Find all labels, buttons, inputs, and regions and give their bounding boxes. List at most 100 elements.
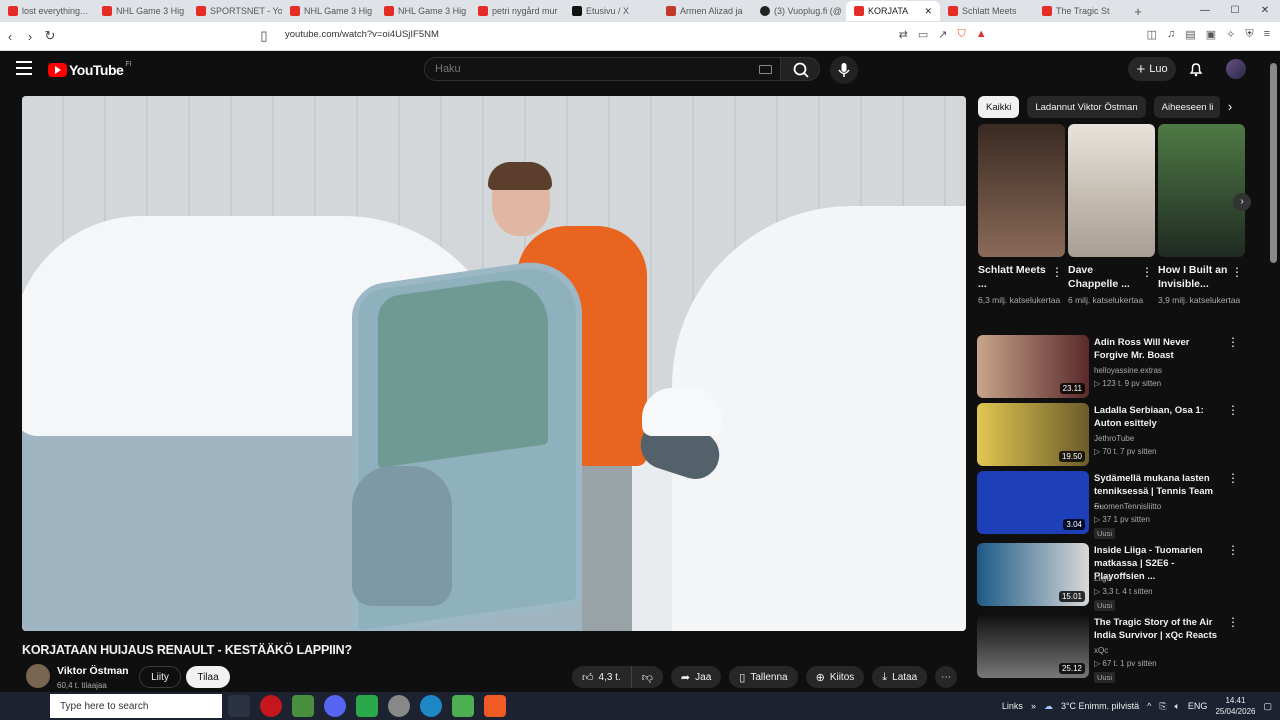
browser-tab[interactable]: (3) Vuoplug.fi (@ — [752, 1, 846, 21]
more-icon[interactable]: ⋮ — [1051, 265, 1063, 279]
short-item[interactable]: Schlatt Meets ... 6,3 milj. katselukerta… — [978, 124, 1065, 306]
keyboard-icon[interactable] — [759, 65, 772, 74]
sidebar-icon[interactable]: ▤ — [1185, 28, 1195, 41]
join-button[interactable]: Liity — [139, 666, 181, 688]
short-item[interactable]: Dave Chappelle ... 6 milj. katselukertaa… — [1068, 124, 1155, 306]
media-icon[interactable]: ♫ — [1167, 28, 1175, 41]
links-toolbar[interactable]: Links — [1002, 701, 1023, 711]
browser-tab[interactable]: Schlatt Meets — [940, 1, 1034, 21]
recommendation-item[interactable]: 19.50 Ladalla Serbiaan, Osa 1: Auton esi… — [977, 403, 1239, 467]
short-thumbnail[interactable] — [1158, 124, 1245, 257]
vpn-icon[interactable]: ⛨ — [1245, 28, 1253, 41]
app-icon[interactable] — [292, 695, 314, 717]
hamburger-menu-icon[interactable] — [16, 61, 32, 75]
launcher-icon[interactable] — [452, 695, 474, 717]
opera-icon[interactable] — [260, 695, 282, 717]
chip-all[interactable]: Kaikki — [978, 96, 1020, 118]
translate-icon[interactable]: ⇄ — [899, 28, 908, 41]
taskbar-search[interactable]: Type here to search — [50, 694, 222, 718]
more-icon[interactable]: ⋮ — [1227, 615, 1239, 629]
chevron-right-icon[interactable]: » — [1031, 701, 1036, 711]
subscribe-button[interactable]: Tilaa — [186, 666, 230, 688]
app-grey-icon[interactable] — [388, 695, 410, 717]
weather-text[interactable]: 3°C Enimm. pilvistä — [1061, 701, 1139, 711]
video-thumbnail[interactable]: 23.11 — [977, 335, 1089, 398]
like-button[interactable]: 👍︎ 4,3 t. — [572, 666, 632, 688]
shield-icon[interactable]: ⛉ — [958, 28, 966, 41]
close-tab-icon[interactable]: ✕ — [924, 6, 932, 17]
recommendation-item[interactable]: 25.12 The Tragic Story of the Air India … — [977, 615, 1239, 683]
browser-tab[interactable]: lost everything... — [0, 1, 94, 21]
chevron-up-icon[interactable]: ^ — [1147, 701, 1151, 711]
volume-icon[interactable]: 🔈︎ — [1175, 701, 1180, 712]
minimize-icon[interactable]: — — [1190, 0, 1220, 22]
notifications-icon[interactable]: ▢ — [1263, 701, 1272, 712]
recommendation-item[interactable]: 3.04 Sydämellä mukana lasten tenniksessä… — [977, 471, 1239, 539]
more-icon[interactable]: ⋮ — [1141, 265, 1153, 279]
short-thumbnail[interactable] — [1068, 124, 1155, 257]
back-icon[interactable]: ‹ — [0, 29, 20, 44]
channel-avatar[interactable] — [26, 664, 50, 688]
video-player[interactable] — [22, 96, 966, 631]
leo-icon[interactable]: ✧ — [1226, 28, 1235, 41]
maximize-icon[interactable]: ☐ — [1220, 0, 1250, 22]
thanks-button[interactable]: ⊕ Kiitos — [805, 666, 865, 688]
browser-tab[interactable]: Etusivu / X — [564, 1, 658, 21]
video-thumbnail[interactable]: 19.50 — [977, 403, 1089, 466]
wallet-icon[interactable]: ▣ — [1206, 28, 1216, 41]
clock[interactable]: 14.41 25/04/2026 — [1215, 695, 1255, 717]
browser-tab[interactable]: The Tragic St — [1034, 1, 1128, 21]
language-indicator[interactable]: ENG — [1188, 701, 1208, 711]
network-icon[interactable]: ⎘ — [1159, 701, 1166, 712]
more-icon[interactable]: ⋮ — [1227, 471, 1239, 485]
app-green-icon[interactable] — [356, 695, 378, 717]
close-window-icon[interactable]: ✕ — [1250, 0, 1280, 22]
video-thumbnail[interactable]: 25.12 — [977, 615, 1089, 678]
chevron-right-icon[interactable]: › — [1220, 96, 1240, 118]
short-thumbnail[interactable] — [978, 124, 1065, 257]
more-icon[interactable]: ⋮ — [1227, 543, 1239, 557]
bookmark-icon[interactable]: ▯ — [254, 28, 274, 44]
browser-tab[interactable]: NHL Game 3 Hig — [376, 1, 470, 21]
voice-search-button[interactable] — [830, 56, 858, 84]
brave-icon[interactable] — [484, 695, 506, 717]
cast-icon[interactable]: ▭ — [918, 28, 928, 41]
share-icon[interactable]: ↗ — [938, 28, 947, 41]
more-icon[interactable]: ⋮ — [1227, 335, 1239, 349]
dislike-button[interactable]: 👎︎ — [632, 666, 663, 688]
browser-tab[interactable]: SPORTSNET - You — [188, 1, 282, 21]
browser-tab-active[interactable]: KORJATA ✕ — [846, 1, 940, 21]
task-view-icon[interactable] — [228, 695, 250, 717]
browser-tab[interactable]: Armen Alizad ja — [658, 1, 752, 21]
search-input[interactable] — [425, 58, 745, 80]
reload-icon[interactable]: ↻ — [40, 28, 60, 44]
create-button[interactable]: + Luo — [1128, 57, 1176, 81]
forward-icon[interactable]: › — [20, 29, 40, 44]
page-scrollbar[interactable] — [1268, 51, 1280, 691]
browser-tab[interactable]: NHL Game 3 Hig — [282, 1, 376, 21]
recommendation-item[interactable]: 15.01 Inside Liiga - Tuomarien matkassa … — [977, 543, 1239, 611]
extensions-icon[interactable]: ◫ — [1147, 28, 1157, 41]
shorts-next-icon[interactable]: › — [1233, 193, 1251, 211]
video-thumbnail[interactable]: 15.01 — [977, 543, 1089, 606]
scrollbar-thumb[interactable] — [1270, 63, 1277, 263]
search-box[interactable] — [424, 57, 781, 81]
url-field[interactable]: youtube.com/watch?v=oi4USjIF5NM — [285, 29, 439, 40]
browser-tab[interactable]: NHL Game 3 Hig — [94, 1, 188, 21]
chip-uploader[interactable]: Ladannut Viktor Östman — [1027, 96, 1146, 118]
browser-tab[interactable]: petri nygård mur — [470, 1, 564, 21]
short-item[interactable]: How I Built an Invisible... 3,9 milj. ka… — [1158, 124, 1245, 306]
save-button[interactable]: ▯ Tallenna — [729, 666, 798, 688]
channel-name[interactable]: Viktor Östman — [57, 665, 129, 677]
more-actions-button[interactable]: ⋯ — [935, 666, 958, 688]
youtube-logo[interactable]: YouTube FI — [48, 61, 132, 78]
chip-related[interactable]: Aiheeseen li — [1153, 96, 1222, 118]
new-tab-button[interactable]: + — [1128, 4, 1148, 19]
recommendation-item[interactable]: 23.11 Adin Ross Will Never Forgive Mr. B… — [977, 335, 1239, 399]
more-icon[interactable]: ⋮ — [1231, 265, 1243, 279]
edge-icon[interactable] — [420, 695, 442, 717]
search-button[interactable] — [780, 57, 820, 81]
download-button[interactable]: ⤓ Lataa — [872, 666, 928, 688]
more-icon[interactable]: ⋮ — [1227, 403, 1239, 417]
discord-icon[interactable] — [324, 695, 346, 717]
